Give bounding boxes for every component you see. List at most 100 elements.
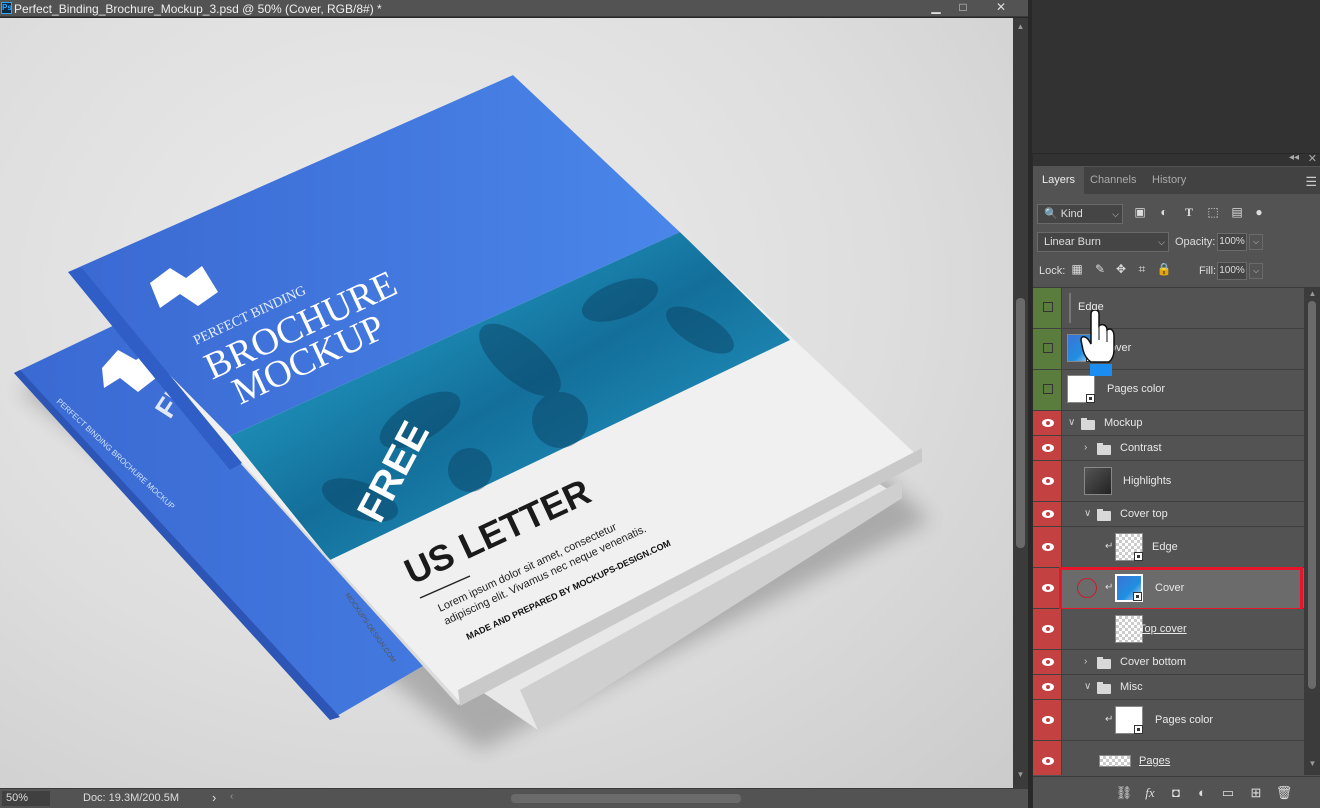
panel-menu-icon[interactable]: ☰ (1305, 174, 1317, 190)
layer-row-pages-color-top[interactable]: Pages color (1033, 370, 1304, 411)
shape-filter-icon[interactable]: ⬚ (1205, 204, 1221, 220)
lock-artboard-icon[interactable]: ⌗ (1134, 261, 1150, 277)
layer-row-mockup-group[interactable]: ∨ Mockup (1033, 411, 1304, 436)
eye-icon[interactable] (1042, 444, 1054, 452)
scroll-up-icon[interactable]: ▲ (1013, 22, 1028, 31)
layer-row-cover-bottom-group[interactable]: › Cover bottom (1033, 650, 1304, 675)
lock-transparent-icon[interactable]: ▦ (1069, 261, 1085, 277)
fill-field[interactable]: 100% (1217, 262, 1247, 280)
layer-row-edge-top[interactable]: Edge (1033, 288, 1304, 329)
blend-mode-dropdown[interactable]: Linear Burn ⌵ (1037, 232, 1169, 252)
new-layer-icon[interactable]: ⊞ (1247, 785, 1265, 801)
zoom-level-field[interactable]: 50% (2, 791, 50, 806)
visibility-toggle[interactable] (1033, 370, 1062, 410)
new-group-icon[interactable]: ▭ (1219, 785, 1237, 801)
visibility-toggle[interactable] (1033, 436, 1062, 460)
layers-panel-footer: ⛓ fx ◘ ◐ ▭ ⊞ 🗑 (1033, 776, 1320, 808)
lock-position-icon[interactable]: ✥ (1113, 261, 1129, 277)
eye-icon[interactable] (1042, 683, 1054, 691)
vertical-scroll-thumb[interactable] (1016, 298, 1025, 548)
scroll-left-icon[interactable]: ‹ (230, 791, 233, 802)
status-menu-arrow-icon[interactable]: › (212, 790, 216, 805)
chevron-right-icon[interactable]: › (1084, 442, 1087, 453)
hidden-eye-box-icon[interactable] (1043, 384, 1053, 394)
close-panel-icon[interactable]: ✕ (1308, 152, 1317, 165)
scroll-down-icon[interactable]: ▼ (1304, 759, 1320, 768)
document-canvas[interactable]: PERFECT BINDING BROCHURE MOCKUP FREE (0, 18, 1013, 788)
hidden-eye-box-icon[interactable] (1043, 302, 1053, 312)
layer-row-misc-group[interactable]: ∨ Misc (1033, 675, 1304, 700)
visibility-toggle[interactable] (1033, 568, 1062, 608)
collapse-panel-icon[interactable]: ◂◂ (1289, 152, 1299, 163)
layer-row-contrast-group[interactable]: › Contrast (1033, 436, 1304, 461)
layer-row-cover-selected[interactable]: ↵ Cover (1033, 567, 1304, 611)
layer-row-highlights[interactable]: Highlights (1033, 461, 1304, 502)
visibility-toggle[interactable] (1033, 700, 1062, 740)
maximize-button[interactable]: □ (951, 0, 975, 16)
scroll-down-icon[interactable]: ▼ (1013, 770, 1028, 779)
tab-channels[interactable]: Channels (1081, 167, 1145, 194)
lock-image-brush-icon[interactable]: ✎ (1092, 261, 1108, 277)
visibility-toggle[interactable] (1033, 502, 1062, 526)
eye-icon[interactable] (1042, 757, 1054, 765)
chevron-down-icon[interactable]: ∨ (1084, 508, 1091, 519)
document-size-info[interactable]: Doc: 19.3M/200.5M (83, 792, 179, 804)
fill-chevron-icon[interactable]: ⌵ (1249, 263, 1263, 279)
filter-kind-dropdown[interactable]: 🔍 Kind ⌵ (1037, 204, 1123, 224)
opacity-field[interactable]: 100% (1217, 233, 1247, 251)
visibility-toggle[interactable] (1033, 411, 1062, 435)
horizontal-scroll-thumb[interactable] (511, 794, 741, 803)
canvas-horizontal-scrollbar[interactable]: ‹ (228, 791, 1008, 806)
visibility-toggle[interactable] (1033, 675, 1062, 699)
layer-row-edge[interactable]: ↵ Edge (1033, 527, 1304, 568)
link-layers-icon[interactable]: ⛓ (1115, 785, 1133, 801)
eye-icon[interactable] (1042, 510, 1054, 518)
adjustment-filter-icon[interactable]: ◐ (1156, 204, 1172, 220)
image-filter-icon[interactable]: ▣ (1132, 204, 1148, 220)
layer-row-cover-top-group[interactable]: ∨ Cover top (1033, 502, 1304, 527)
type-filter-icon[interactable]: T (1181, 204, 1197, 220)
close-button[interactable]: ✕ (986, 0, 1016, 16)
visibility-toggle[interactable] (1033, 741, 1062, 775)
eye-icon[interactable] (1042, 419, 1054, 427)
layers-scrollbar[interactable]: ▲ ▼ (1304, 287, 1320, 775)
eye-icon[interactable] (1042, 658, 1054, 666)
trash-icon[interactable]: 🗑 (1275, 785, 1293, 801)
layer-row-cover-top[interactable]: Cover (1033, 329, 1304, 370)
opacity-chevron-icon[interactable]: ⌵ (1249, 234, 1263, 250)
empty-panel-area (1032, 0, 1320, 153)
visibility-toggle[interactable] (1033, 609, 1062, 649)
layer-row-pages-color[interactable]: ↵ Pages color (1033, 700, 1304, 741)
minimize-button[interactable]: ▁ (924, 0, 948, 16)
fx-icon[interactable]: fx (1141, 785, 1159, 801)
layer-row-top-cover[interactable]: Top cover (1033, 609, 1304, 650)
chevron-down-icon[interactable]: ∨ (1084, 681, 1091, 692)
document-title: Perfect_Binding_Brochure_Mockup_3.psd @ … (14, 2, 382, 16)
eye-icon[interactable] (1042, 543, 1054, 551)
layer-row-pages[interactable]: Pages (1033, 741, 1304, 775)
smart-object-filter-icon[interactable]: ▤ (1229, 204, 1245, 220)
visibility-toggle[interactable] (1033, 650, 1062, 674)
visibility-toggle[interactable] (1033, 329, 1062, 369)
adjustment-layer-icon[interactable]: ◐ (1193, 785, 1211, 801)
eye-icon[interactable] (1042, 584, 1054, 592)
eye-icon[interactable] (1042, 625, 1054, 633)
chevron-right-icon[interactable]: › (1084, 656, 1087, 667)
layers-scroll-thumb[interactable] (1308, 301, 1316, 689)
visibility-toggle[interactable] (1033, 461, 1062, 501)
filter-toggle-icon[interactable]: ● (1251, 204, 1267, 220)
tab-history[interactable]: History (1143, 167, 1195, 194)
document-tab[interactable]: Ps Perfect_Binding_Brochure_Mockup_3.psd… (0, 0, 1028, 17)
eye-icon[interactable] (1042, 477, 1054, 485)
layer-mask-icon[interactable]: ◘ (1167, 785, 1185, 801)
visibility-toggle[interactable] (1033, 288, 1062, 328)
layer-name: Pages color (1107, 383, 1166, 395)
canvas-vertical-scrollbar[interactable]: ▲ ▼ (1013, 18, 1028, 788)
lock-all-icon[interactable]: 🔒 (1156, 261, 1172, 277)
chevron-down-icon[interactable]: ∨ (1068, 417, 1075, 428)
hidden-eye-box-icon[interactable] (1043, 343, 1053, 353)
tab-layers[interactable]: Layers (1033, 167, 1085, 194)
scroll-up-icon[interactable]: ▲ (1304, 289, 1320, 298)
eye-icon[interactable] (1042, 716, 1054, 724)
visibility-toggle[interactable] (1033, 527, 1062, 567)
